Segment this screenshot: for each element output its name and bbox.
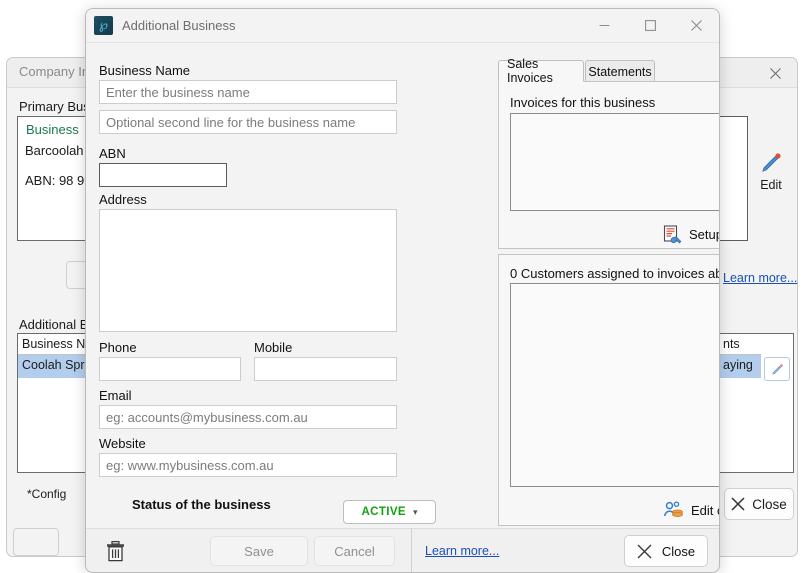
email-label: Email bbox=[99, 388, 132, 403]
dialog-footer: Save Cancel Learn more... Close bbox=[86, 528, 719, 572]
status-label: Status of the business bbox=[132, 497, 271, 512]
close-x-icon bbox=[637, 544, 652, 558]
abn-label: ABN bbox=[99, 146, 126, 161]
minimize-icon[interactable] bbox=[581, 9, 627, 42]
bg-learn-more-link[interactable]: Learn more... bbox=[723, 271, 797, 285]
customers-listbox[interactable] bbox=[510, 283, 719, 487]
close-button[interactable]: Close bbox=[624, 535, 708, 567]
tab-statements[interactable]: Statements bbox=[585, 60, 655, 82]
abn-input[interactable] bbox=[99, 163, 227, 187]
footer-divider bbox=[411, 529, 412, 572]
close-button-label: Close bbox=[661, 543, 696, 559]
edit-customers-button[interactable]: Edit customers... bbox=[663, 501, 719, 520]
address-textarea[interactable] bbox=[99, 209, 397, 332]
close-x-icon bbox=[731, 497, 745, 511]
bg-close-button[interactable]: Close bbox=[724, 488, 794, 520]
cancel-button[interactable]: Cancel bbox=[314, 536, 395, 566]
screen: Company Information Primary Bus Business… bbox=[0, 0, 804, 573]
learn-more-link[interactable]: Learn more... bbox=[425, 544, 499, 558]
tab-sales-invoices-label: Sales Invoices bbox=[507, 57, 553, 85]
cancel-button-label: Cancel bbox=[334, 543, 375, 559]
website-label: Website bbox=[99, 436, 146, 451]
invoices-listbox[interactable] bbox=[510, 113, 719, 211]
trash-icon bbox=[106, 540, 124, 561]
close-icon[interactable] bbox=[673, 9, 719, 42]
bg-close-button-label: Close bbox=[752, 496, 787, 512]
customers-icon bbox=[664, 501, 683, 517]
invoice-setup-icon bbox=[663, 225, 682, 244]
business-name-line2-input[interactable] bbox=[99, 110, 397, 134]
bg-row-edit-button[interactable] bbox=[764, 357, 790, 381]
business-name-label: Business Name bbox=[99, 63, 191, 78]
bg-bottom-left-box bbox=[13, 528, 59, 556]
tab-statements-label: Statements bbox=[588, 64, 652, 79]
setup-invoices-button[interactable]: Setup invoices... bbox=[663, 225, 720, 244]
bg-edit-button-label: Edit bbox=[760, 178, 782, 192]
app-logo-icon: ℘ bbox=[94, 16, 113, 35]
phone-input[interactable] bbox=[99, 357, 241, 381]
chevron-down-icon: ▾ bbox=[413, 506, 418, 517]
customers-panel-title: 0 Customers assigned to invoices above bbox=[510, 266, 719, 281]
additional-business-dialog: ℘ Additional Business Business Name ABN … bbox=[85, 8, 720, 573]
bg-business-type: Business bbox=[26, 122, 79, 137]
website-input[interactable] bbox=[99, 453, 397, 477]
bg-grid-row-status[interactable]: aying bbox=[719, 355, 761, 378]
email-input[interactable] bbox=[99, 405, 397, 429]
pencil-icon bbox=[762, 153, 781, 172]
delete-button[interactable] bbox=[100, 536, 130, 566]
bg-grid-header-status: nts bbox=[719, 334, 761, 355]
edit-customers-label: Edit customers... bbox=[691, 503, 719, 518]
pencil-icon bbox=[771, 363, 783, 375]
bg-additional-label: Additional B bbox=[19, 317, 89, 332]
dialog-title: Additional Business bbox=[122, 18, 236, 33]
status-select[interactable]: ACTIVE ▾ bbox=[343, 500, 436, 524]
maximize-icon[interactable] bbox=[627, 9, 673, 42]
phone-label: Phone bbox=[99, 340, 137, 355]
invoices-panel-title: Invoices for this business bbox=[510, 95, 656, 110]
save-button-label: Save bbox=[244, 543, 274, 559]
bg-edit-button[interactable]: Edit bbox=[758, 150, 784, 192]
mobile-input[interactable] bbox=[254, 357, 397, 381]
bg-close-icon[interactable] bbox=[761, 61, 789, 85]
mobile-label: Mobile bbox=[254, 340, 293, 355]
save-button[interactable]: Save bbox=[210, 536, 308, 566]
address-label: Address bbox=[99, 192, 147, 207]
tab-sales-invoices[interactable]: Sales Invoices bbox=[498, 57, 584, 85]
bg-footnote: *Config bbox=[27, 487, 67, 501]
bg-primary-business-label: Primary Bus bbox=[19, 99, 90, 114]
setup-invoices-label: Setup invoices... bbox=[689, 227, 720, 242]
business-name-input[interactable] bbox=[99, 80, 397, 104]
status-value: ACTIVE bbox=[361, 506, 407, 518]
